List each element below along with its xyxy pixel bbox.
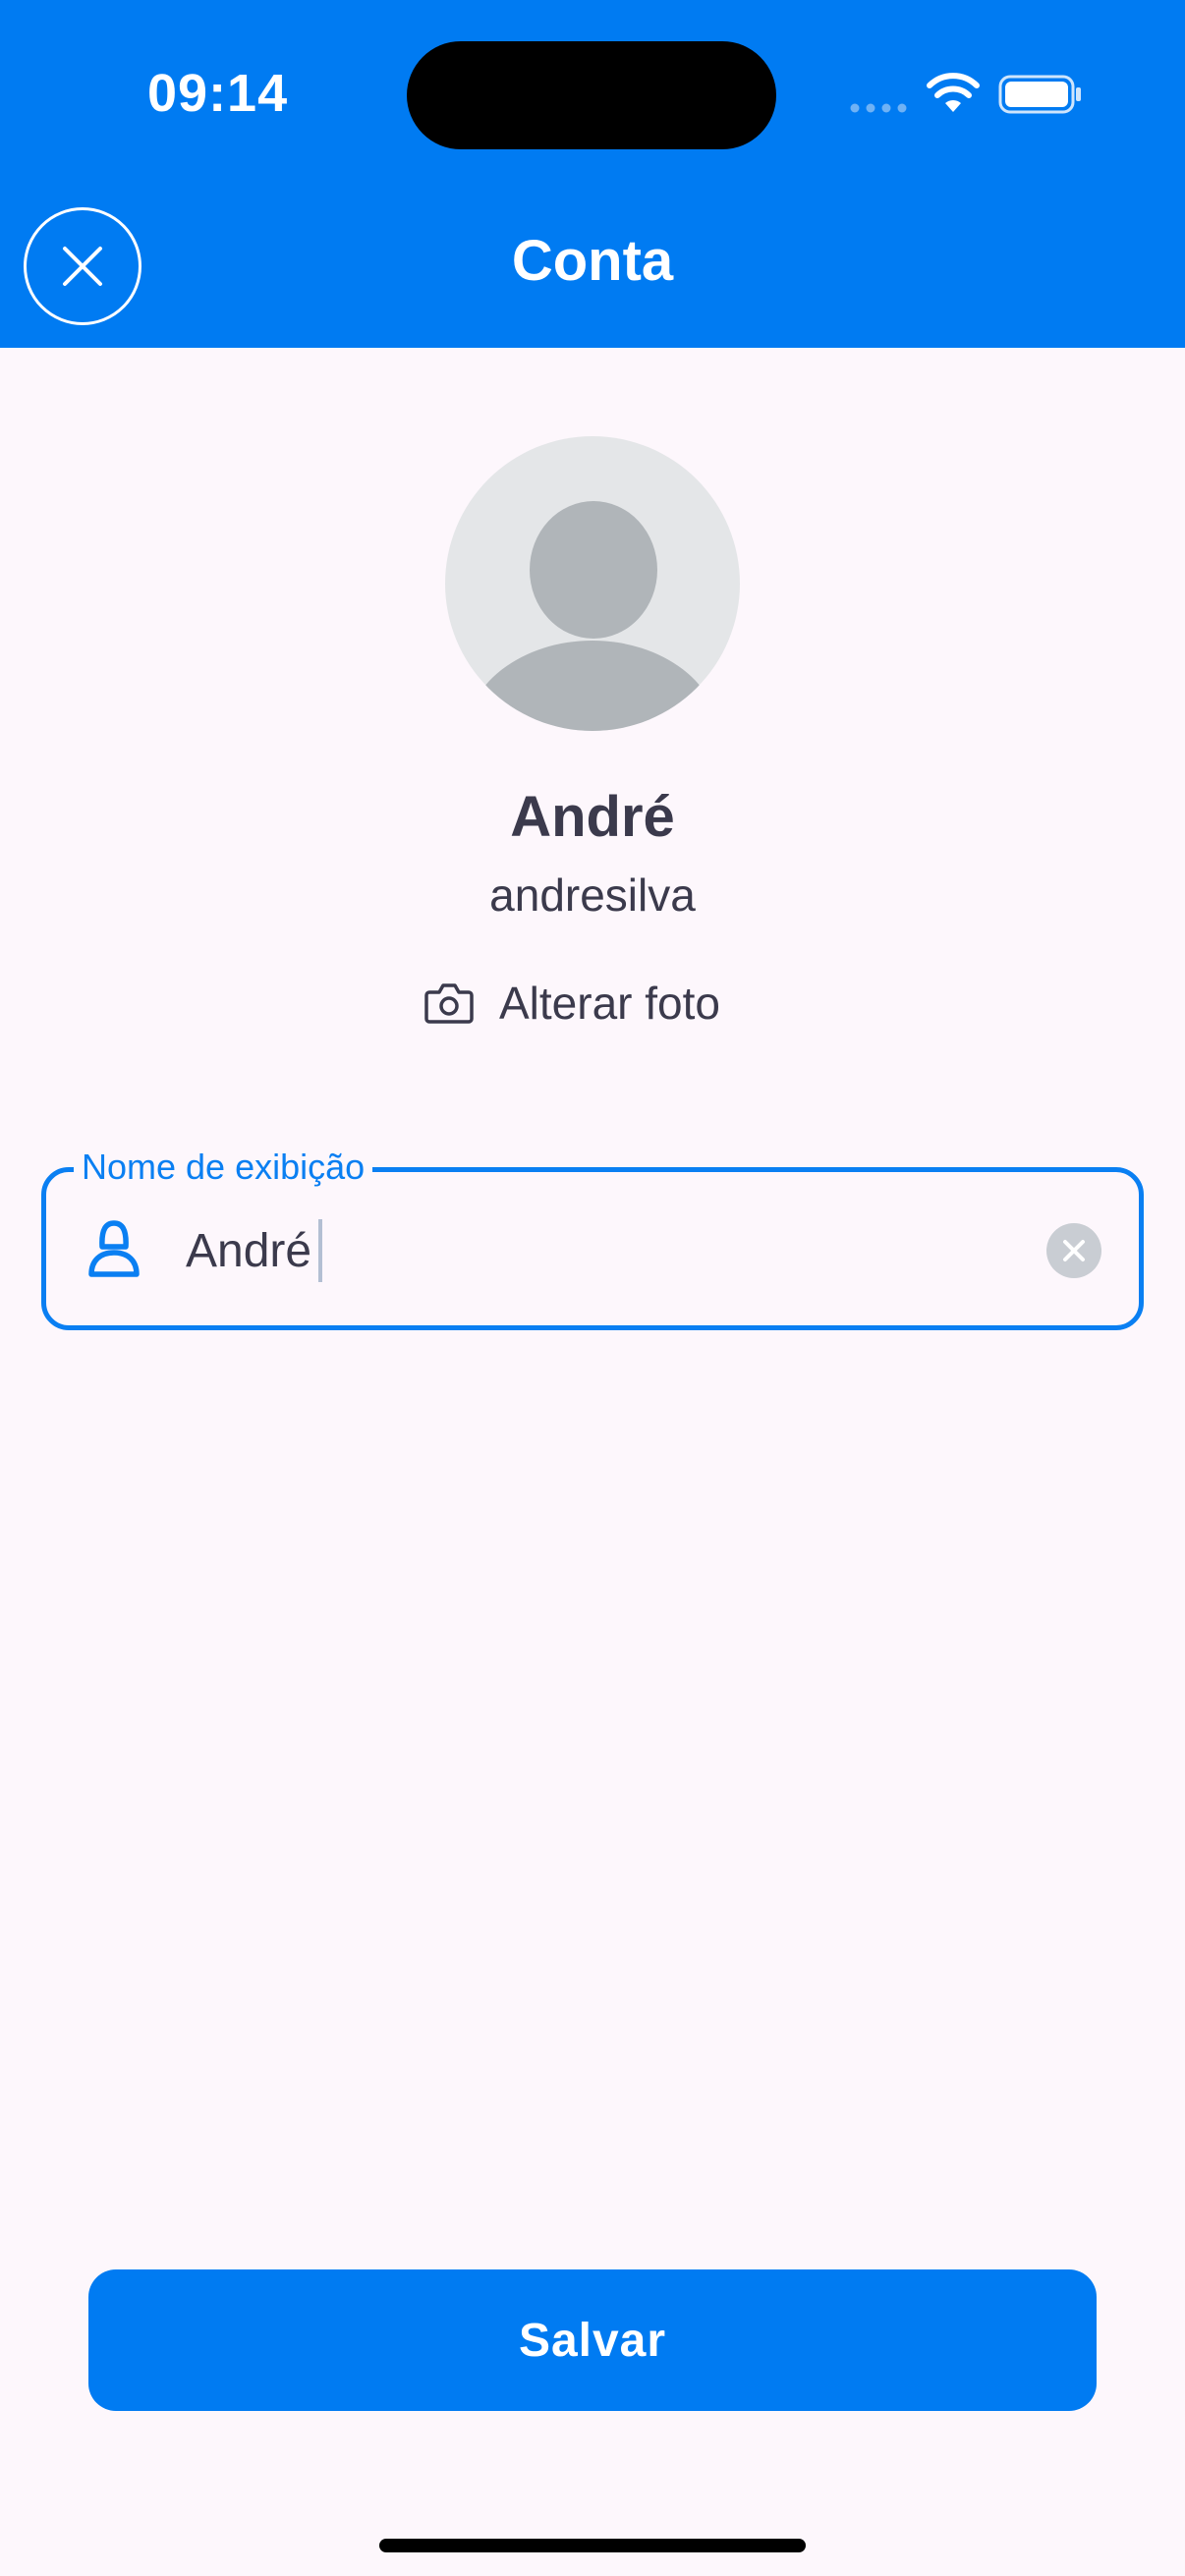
clear-icon	[1063, 1240, 1085, 1261]
signal-icon	[850, 103, 907, 113]
avatar-placeholder-icon	[530, 501, 657, 639]
display-name-label: Nome de exibição	[74, 1147, 373, 1188]
status-time: 09:14	[147, 64, 289, 123]
change-photo-label: Alterar foto	[499, 978, 720, 1029]
user-name: André	[510, 785, 675, 849]
display-name-input[interactable]	[186, 1211, 1050, 1290]
battery-icon	[998, 75, 1081, 114]
user-icon	[88, 1220, 140, 1277]
save-button[interactable]: Salvar	[88, 2269, 1097, 2411]
camera-icon	[424, 983, 474, 1024]
clear-input-button[interactable]	[1046, 1223, 1101, 1278]
dynamic-island	[407, 41, 776, 149]
wifi-icon	[927, 73, 980, 112]
change-photo-button[interactable]: Alterar foto	[424, 971, 720, 1036]
text-caret	[318, 1219, 322, 1282]
avatar-placeholder-body	[465, 641, 720, 731]
display-name-field[interactable]: Nome de exibição	[41, 1147, 1144, 1330]
app-header: 09:14 Conta	[0, 0, 1185, 348]
user-handle: andresilva	[489, 869, 696, 921]
page-title: Conta	[511, 229, 674, 293]
home-indicator	[379, 2539, 806, 2552]
avatar[interactable]	[445, 436, 740, 731]
